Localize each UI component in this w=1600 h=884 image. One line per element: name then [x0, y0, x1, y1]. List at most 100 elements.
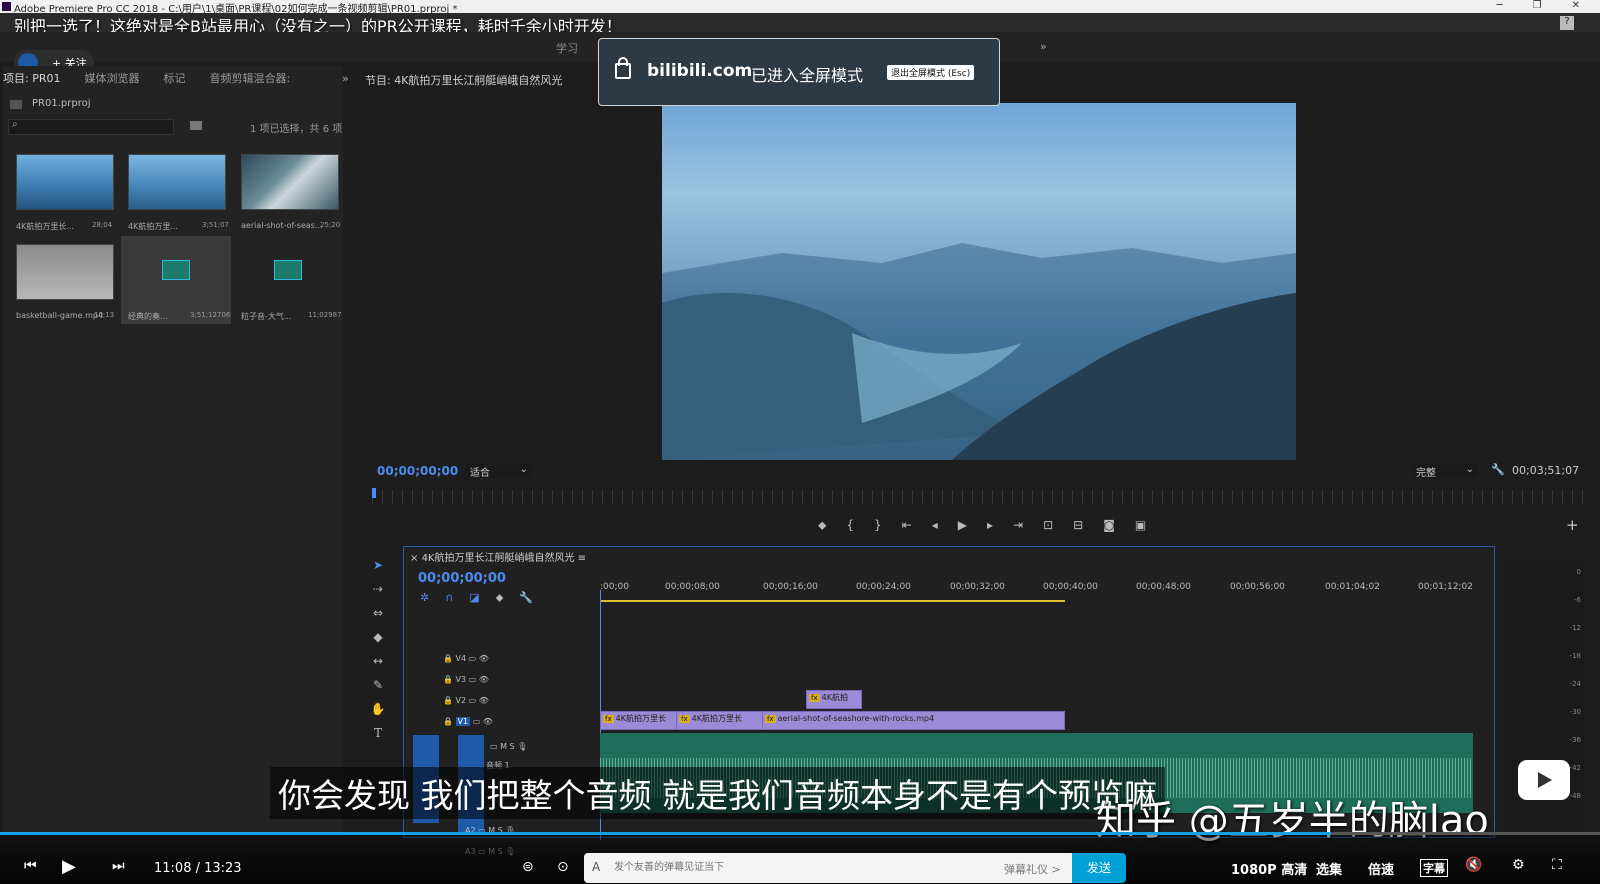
tab-markers[interactable]: 标记 [163, 70, 185, 86]
more-workspaces-icon[interactable]: » [1040, 40, 1047, 53]
quality-button[interactable]: 1080P 高清 [1231, 859, 1307, 878]
program-timecode[interactable]: 00;00;00;00 [377, 464, 458, 478]
mark-out-icon[interactable]: } [874, 518, 882, 533]
program-playhead[interactable] [372, 488, 376, 498]
bilibili-tv-icon [1518, 760, 1570, 800]
timeline-sequence-tab[interactable]: × 4K航拍万里长江舸艇峭峨自然风光 ≡ [410, 549, 586, 564]
mute-icon[interactable]: 🔇 [1465, 857, 1482, 873]
camera-icon[interactable]: ◙ [1103, 518, 1115, 533]
track-header-a1[interactable]: ▭ M S 🎙 [490, 742, 527, 751]
nest-icon[interactable]: ◪ [469, 591, 479, 605]
window-title-bar: Adobe Premiere Pro CC 2018 - C:\用户\1\桌面\… [0, 0, 1600, 15]
tab-project[interactable]: 项目: PR01 [3, 70, 60, 86]
video-clip[interactable]: fx 4K航拍万里长 [676, 711, 764, 730]
add-marker-icon[interactable]: ⬥ [496, 591, 504, 605]
danmu-toggle-icon[interactable]: ⊜ [522, 859, 534, 875]
fullscreen-notice: bilibili.com 已进入全屏模式 退出全屏模式 (Esc) [598, 38, 1000, 106]
wrench-icon[interactable]: 🔧 [1491, 463, 1505, 476]
danmu-settings-icon[interactable]: ⊙ [557, 859, 569, 875]
danmu-input[interactable] [612, 861, 996, 874]
send-danmu-button[interactable]: 发送 [1072, 853, 1126, 883]
playback-resolution-select[interactable]: 完整 ⌄ [1412, 464, 1478, 479]
program-monitor-tab[interactable]: 节目: 4K航拍万里长江舸艇峭峨自然风光 [365, 72, 562, 88]
fx-badge: fx [809, 694, 820, 702]
exit-fullscreen-button[interactable]: 退出全屏模式 (Esc) [887, 65, 975, 80]
ripple-edit-tool-icon[interactable]: ⇔ [373, 606, 383, 620]
media-name: aerial-shot-of-seas... [241, 221, 323, 230]
extract-icon[interactable]: ⊟ [1073, 518, 1083, 533]
media-thumbnail[interactable] [241, 154, 339, 210]
timeline-ruler[interactable]: :00;00 00;00;08;00 00;00;16;00 00;00;24;… [600, 582, 1480, 594]
font-style-icon[interactable]: A [592, 860, 600, 874]
restore-icon[interactable]: ❐ [1533, 0, 1542, 11]
video-preview [662, 103, 1296, 460]
work-area-bar[interactable] [600, 600, 1065, 602]
audio-waveform-icon [162, 260, 190, 280]
go-to-out-icon[interactable]: ⇥ [1013, 518, 1023, 533]
timeline-timecode[interactable]: 00;00;00;00 [418, 571, 506, 586]
media-duration: 25;20 [320, 221, 341, 229]
track-select-tool-icon[interactable]: ⇢ [373, 582, 383, 596]
add-button-icon[interactable]: + [1566, 516, 1579, 534]
add-marker-icon[interactable]: ⬥ [818, 518, 826, 533]
lift-icon[interactable]: ⊡ [1043, 518, 1053, 533]
help-icon[interactable]: ? [1560, 16, 1574, 30]
previous-icon[interactable]: ⏮ [24, 858, 37, 874]
program-time-ruler[interactable] [372, 490, 1587, 504]
mark-in-icon[interactable]: { [846, 518, 854, 533]
new-bin-icon[interactable] [190, 121, 202, 130]
media-thumbnail[interactable] [16, 154, 114, 210]
linked-selection-icon[interactable]: ∩ [445, 591, 453, 605]
razor-tool-icon[interactable]: ◆ [373, 630, 382, 644]
fullscreen-icon[interactable]: ⛶ [1552, 857, 1562, 873]
step-back-icon[interactable]: ◂ [932, 518, 938, 533]
media-duration: 3;51;07 [202, 221, 229, 229]
step-forward-icon[interactable]: ▸ [987, 518, 993, 533]
type-tool-icon[interactable]: T [374, 726, 382, 740]
compare-icon[interactable]: ▣ [1135, 518, 1146, 533]
minimize-icon[interactable]: ─ [1497, 0, 1503, 11]
panel-more-icon[interactable]: » [342, 72, 349, 85]
project-search-input[interactable]: ⌕ [8, 119, 174, 135]
next-icon[interactable]: ⏭ [112, 858, 125, 874]
search-icon: ⌕ [12, 119, 18, 130]
play-button-icon[interactable]: ▶ [62, 856, 76, 877]
pen-tool-icon[interactable]: ✎ [373, 678, 383, 692]
lock-icon [615, 57, 631, 79]
media-thumbnail[interactable] [128, 154, 226, 210]
track-header-v1[interactable]: 🔒 V1 ▭ 👁 [443, 717, 493, 726]
hand-tool-icon[interactable]: ✋ [371, 702, 386, 716]
video-clip[interactable]: fx 4K航拍 [806, 690, 862, 709]
go-to-in-icon[interactable]: ⇤ [902, 518, 912, 533]
premiere-logo-icon [2, 2, 11, 11]
subtitle-button[interactable]: 字幕 [1420, 859, 1448, 877]
snap-icon[interactable]: ✲ [420, 591, 429, 605]
slip-tool-icon[interactable]: ↔ [373, 654, 383, 668]
video-clip[interactable]: fx aerial-shot-of-seashore-with-rocks.mp4 [762, 711, 1065, 730]
settings-gear-icon[interactable]: ⚙ [1512, 857, 1525, 873]
track-header-v2[interactable]: 🔒 V2 ▭ 👁 [443, 696, 489, 705]
danmu-etiquette-link[interactable]: 弹幕礼仪 > [1004, 861, 1061, 877]
tab-media-browser[interactable]: 媒体浏览器 [84, 70, 139, 86]
selection-tool-icon[interactable]: ➤ [373, 558, 383, 572]
media-duration: 3;51;12706 [190, 311, 231, 319]
zoom-fit-select[interactable]: 适合 ⌄ [466, 464, 532, 479]
selection-info: 1 项已选择，共 6 项 [250, 124, 343, 135]
episodes-button[interactable]: 选集 [1316, 859, 1342, 878]
speed-button[interactable]: 倍速 [1368, 859, 1394, 878]
danmu-input-box[interactable]: A 弹幕礼仪 > [584, 853, 1072, 883]
track-header-v4[interactable]: 🔒 V4 ▭ 👁 [443, 654, 489, 663]
fx-badge: fx [679, 715, 690, 723]
workspace-tab-learn[interactable]: 学习 [556, 40, 578, 56]
tab-audio-mixer[interactable]: 音频剪辑混合器: [209, 70, 290, 86]
media-thumbnail[interactable] [16, 244, 114, 300]
media-name: basketball-game.mp4 [16, 311, 104, 320]
video-clip[interactable]: fx 4K航拍万里长 [600, 711, 678, 730]
close-icon[interactable]: ✕ [1572, 0, 1580, 11]
timeline-settings-icon[interactable]: 🔧 [519, 591, 533, 605]
track-header-v3[interactable]: 🔒 V3 ▭ 👁 [443, 675, 489, 684]
fx-badge: fx [603, 715, 614, 723]
site-domain: bilibili.com [647, 61, 753, 81]
play-icon[interactable]: ▶ [958, 518, 967, 533]
folder-icon [10, 100, 22, 109]
